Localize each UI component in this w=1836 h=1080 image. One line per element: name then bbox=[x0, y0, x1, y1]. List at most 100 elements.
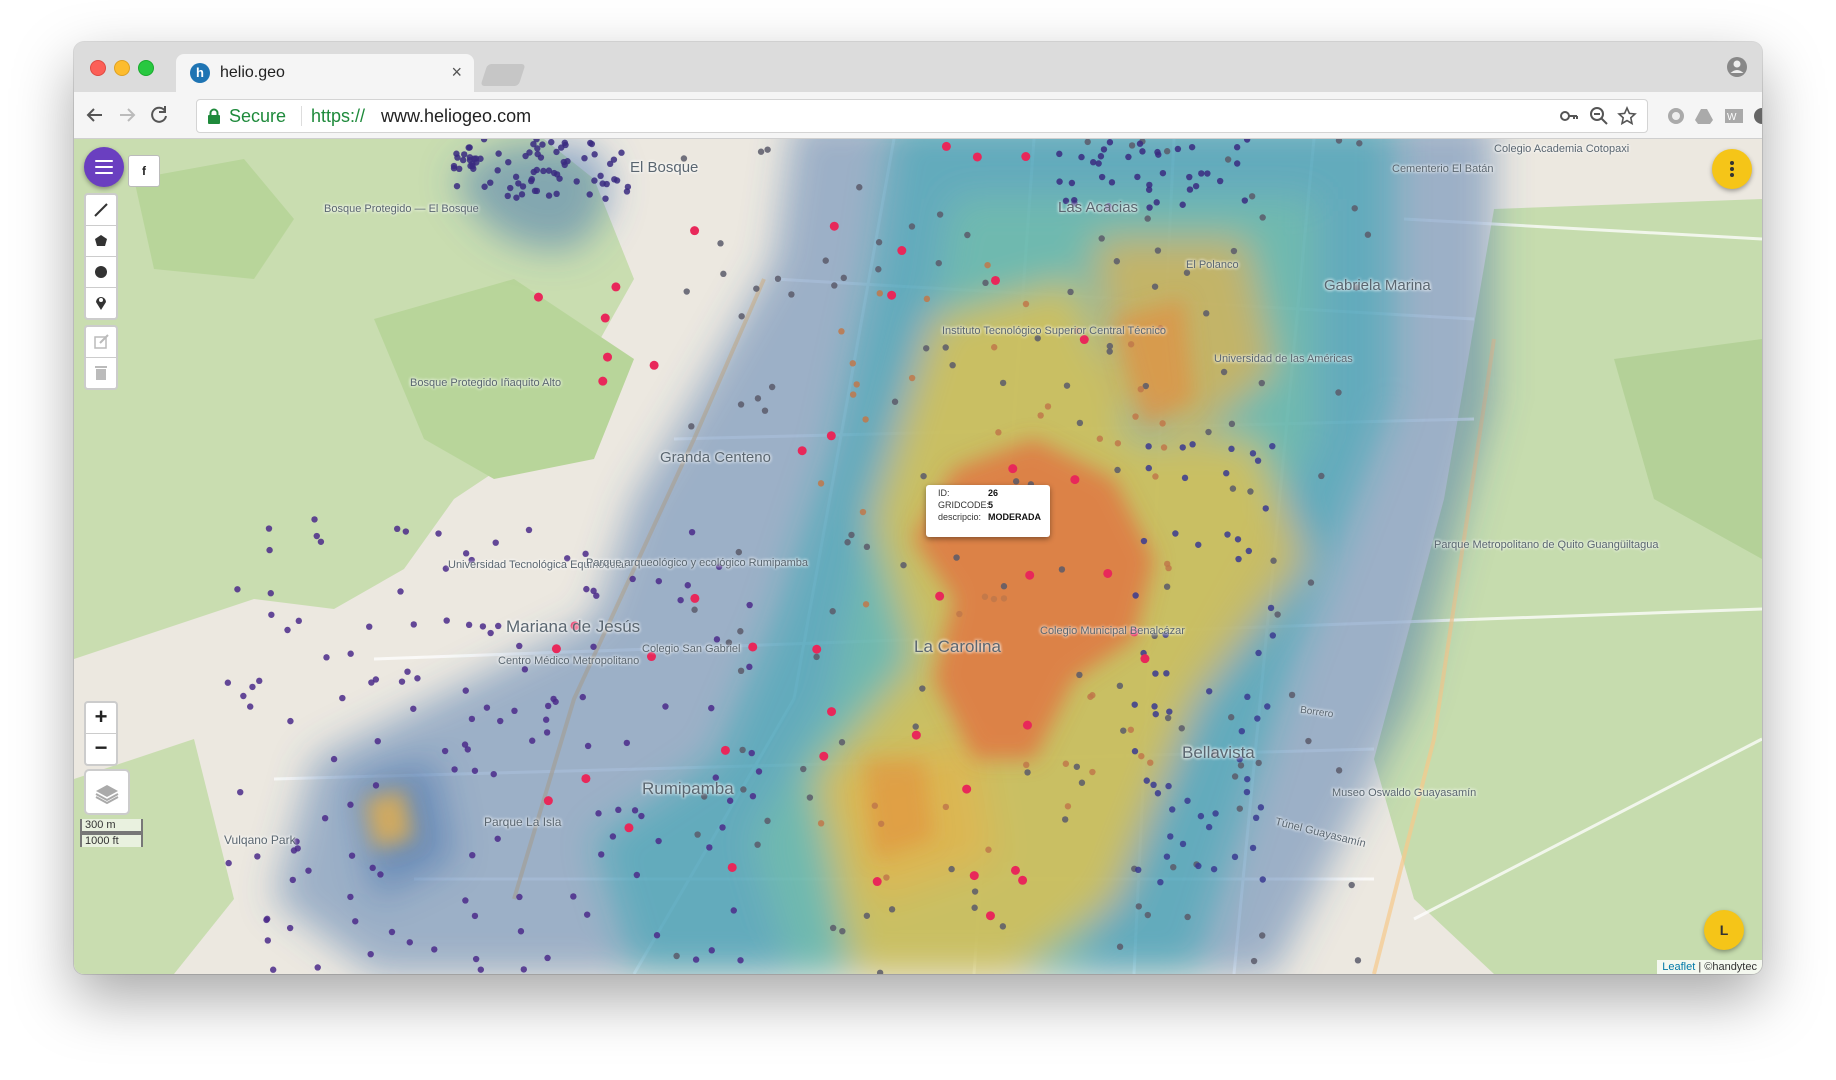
map-point bbox=[633, 871, 641, 879]
map-point bbox=[544, 702, 552, 710]
map-point bbox=[1116, 943, 1124, 950]
map-point bbox=[1234, 536, 1242, 543]
attribution: Leaflet | ©handytec bbox=[1657, 960, 1762, 974]
map-point-highlight bbox=[1140, 654, 1150, 664]
wappalyzer-icon[interactable]: W bbox=[1724, 106, 1744, 126]
map-point bbox=[999, 923, 1007, 930]
tab-close-button[interactable]: × bbox=[451, 62, 462, 83]
extension-globe-icon[interactable] bbox=[1752, 106, 1762, 126]
map-point bbox=[1163, 853, 1171, 860]
map-point bbox=[512, 173, 520, 181]
zoom-out-button[interactable]: − bbox=[86, 734, 116, 764]
svg-text:W: W bbox=[1727, 112, 1737, 123]
map-point bbox=[1186, 173, 1193, 181]
map-point bbox=[1169, 806, 1176, 813]
window-minimize-button[interactable] bbox=[114, 60, 130, 76]
popup-id-label: ID: bbox=[938, 488, 950, 498]
map-point bbox=[1205, 823, 1213, 831]
extension-circle-icon[interactable] bbox=[1666, 106, 1686, 126]
reload-button[interactable] bbox=[146, 102, 172, 128]
map-point bbox=[467, 162, 474, 170]
facebook-button[interactable]: f bbox=[128, 155, 160, 187]
map-point bbox=[1257, 804, 1265, 811]
map-point bbox=[494, 835, 501, 842]
edit-layers-button[interactable] bbox=[86, 327, 116, 358]
map-point bbox=[431, 946, 438, 953]
draw-circle-button[interactable] bbox=[86, 257, 116, 288]
map-point bbox=[465, 144, 472, 151]
map-point bbox=[225, 859, 232, 867]
map-point-highlight bbox=[969, 871, 979, 881]
map-point bbox=[1270, 557, 1277, 564]
map-point bbox=[367, 950, 374, 958]
menu-button[interactable] bbox=[84, 147, 124, 187]
map-point bbox=[1189, 441, 1196, 448]
map-point bbox=[1116, 682, 1124, 690]
new-tab-button[interactable] bbox=[480, 64, 526, 86]
map-point bbox=[822, 257, 829, 264]
map-point bbox=[540, 167, 547, 175]
tab-title: helio.geo bbox=[220, 64, 285, 81]
map-point bbox=[519, 183, 527, 190]
map-point bbox=[1335, 389, 1342, 396]
map-point bbox=[1354, 957, 1362, 964]
map-point-highlight bbox=[551, 644, 561, 654]
window-close-button[interactable] bbox=[90, 60, 106, 76]
map-point bbox=[735, 548, 743, 556]
profile-icon[interactable] bbox=[1726, 56, 1748, 78]
place-label: Granda Centeno bbox=[660, 449, 771, 466]
map-point bbox=[598, 851, 605, 858]
map-point bbox=[1073, 763, 1081, 770]
map-point bbox=[269, 966, 277, 973]
map-point bbox=[1167, 833, 1174, 840]
map-point bbox=[347, 801, 354, 808]
map-point bbox=[1244, 775, 1251, 783]
address-bar[interactable]: Secure https:// www.heliogeo.com bbox=[196, 99, 1648, 133]
map-point bbox=[923, 345, 930, 352]
map-point bbox=[477, 966, 485, 973]
map-point-highlight bbox=[812, 644, 822, 654]
map-point bbox=[1098, 173, 1106, 181]
drive-icon[interactable] bbox=[1694, 106, 1714, 126]
draw-marker-button[interactable] bbox=[86, 288, 116, 318]
window-maximize-button[interactable] bbox=[138, 60, 154, 76]
map-point bbox=[453, 182, 461, 190]
back-button[interactable] bbox=[82, 102, 108, 128]
layers-button[interactable] bbox=[84, 769, 130, 815]
map-point bbox=[1231, 853, 1239, 861]
draw-polyline-button[interactable] bbox=[86, 195, 116, 226]
key-icon[interactable] bbox=[1559, 106, 1579, 126]
map-point bbox=[677, 596, 684, 604]
delete-layers-button[interactable] bbox=[86, 358, 116, 388]
map-point bbox=[991, 344, 998, 351]
place-label: Mariana de Jesús bbox=[506, 617, 641, 636]
map-point bbox=[1192, 182, 1200, 190]
zoom-in-button[interactable]: + bbox=[86, 703, 116, 734]
map-point bbox=[1096, 435, 1104, 442]
forward-button[interactable] bbox=[114, 102, 140, 128]
map-point bbox=[1224, 156, 1232, 163]
map-point bbox=[800, 765, 807, 773]
bookmark-star-icon[interactable] bbox=[1617, 106, 1637, 126]
map-point bbox=[1264, 703, 1271, 710]
map-point bbox=[1216, 177, 1224, 185]
map-canvas[interactable]: El Bosque Bosque Protegido — El Bosque B… bbox=[74, 139, 1762, 974]
map-point bbox=[942, 344, 949, 351]
trash-icon bbox=[95, 366, 107, 380]
map-point bbox=[1113, 258, 1121, 265]
leaflet-link[interactable]: Leaflet bbox=[1662, 961, 1695, 973]
map-point bbox=[590, 643, 597, 650]
place-label: Parque arqueológico y ecológico Rumipamb… bbox=[586, 557, 808, 569]
map-point bbox=[1267, 604, 1275, 612]
map-point-highlight bbox=[935, 591, 945, 601]
map-point bbox=[1229, 485, 1237, 492]
zoom-icon[interactable] bbox=[1589, 106, 1609, 126]
draw-polygon-button[interactable] bbox=[86, 226, 116, 257]
l-button[interactable]: L bbox=[1704, 910, 1744, 950]
tab-active[interactable]: h helio.geo × bbox=[176, 54, 474, 92]
more-options-button[interactable] bbox=[1712, 149, 1752, 189]
map-point bbox=[330, 755, 338, 763]
map-point bbox=[629, 575, 636, 583]
map-point-highlight bbox=[962, 784, 972, 794]
map-point bbox=[525, 526, 533, 534]
